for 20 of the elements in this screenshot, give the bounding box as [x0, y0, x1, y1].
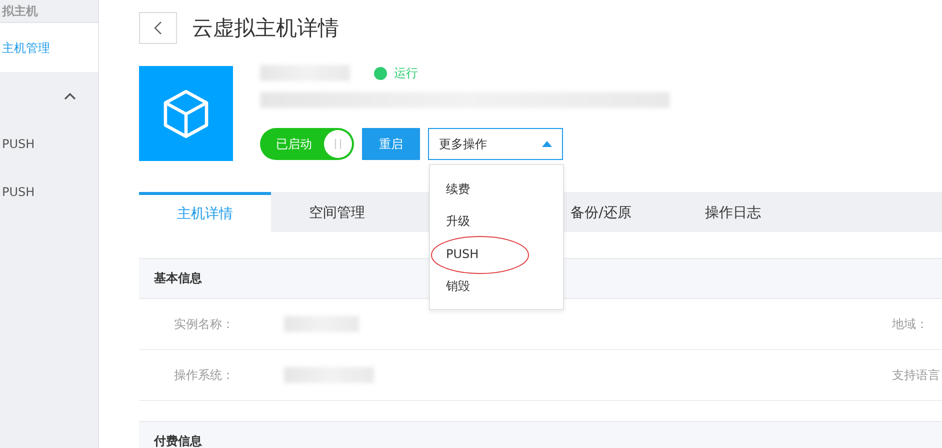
chevron-left-icon — [154, 21, 162, 35]
menu-item[interactable]: 销毁 — [446, 278, 470, 296]
tab[interactable]: 操作日志 — [667, 192, 799, 232]
field-label: 操作系统： — [174, 366, 235, 384]
section-title: 付费信息 — [154, 433, 202, 448]
chevron-icon[interactable] — [64, 92, 76, 100]
menu-item[interactable]: 续费 — [446, 180, 470, 198]
page-title: 云虚拟主机详情 — [192, 15, 339, 42]
cube-icon — [139, 66, 233, 161]
field-label: 地域： — [892, 316, 929, 332]
section-title: 基本信息 — [154, 270, 202, 287]
field-label: 支持语言 — [892, 366, 941, 384]
menu-item[interactable]: 升级 — [446, 213, 470, 230]
status-text: 运行 — [394, 64, 418, 82]
more-actions-dropdown[interactable]: 更多操作 — [428, 128, 563, 160]
menu-item[interactable]: PUSH — [446, 247, 479, 262]
caret-icon — [542, 141, 552, 147]
tab[interactable]: 空间管理 — [271, 192, 403, 232]
sidebar-heading: 拟主机 — [2, 4, 38, 18]
field-label: 实例名称： — [174, 316, 235, 332]
